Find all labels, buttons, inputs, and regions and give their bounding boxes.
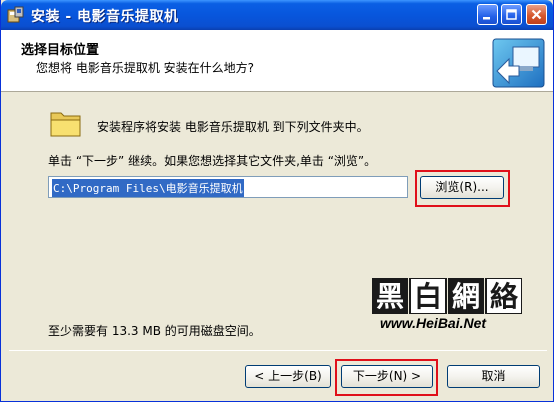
svg-text:絡: 絡 bbox=[490, 280, 519, 313]
watermark-url: www.HeiBai.Net bbox=[380, 315, 487, 331]
minimize-icon bbox=[483, 17, 490, 20]
svg-text:網: 網 bbox=[452, 280, 480, 313]
svg-text:黑: 黑 bbox=[376, 280, 404, 313]
instruction-text: 单击 “下一步” 继续。如果您想选择其它文件夹,单击 “浏览”。 bbox=[48, 154, 377, 168]
folder-icon bbox=[50, 112, 81, 137]
install-path-input[interactable]: C:\Program Files\电影音乐提取机 bbox=[48, 176, 408, 198]
minimize-button[interactable] bbox=[477, 4, 498, 25]
maximize-button[interactable] bbox=[501, 4, 522, 25]
browse-highlight-box bbox=[415, 170, 510, 207]
installer-app-icon bbox=[7, 6, 24, 23]
disk-space-note: 至少需要有 13.3 MB 的可用磁盘空间。 bbox=[48, 324, 261, 338]
close-button[interactable] bbox=[526, 4, 547, 25]
next-highlight-box bbox=[335, 359, 438, 396]
page-title: 选择目标位置 bbox=[21, 43, 100, 58]
installer-window: 安装 - 电影音乐提取机 选择目标位置 您想将 电影音乐提取机 安装在什么地方?… bbox=[0, 0, 554, 402]
footer-divider bbox=[9, 350, 547, 351]
install-intro-text: 安装程序将安装 电影音乐提取机 到下列文件夹中。 bbox=[97, 120, 369, 134]
window-title: 安装 - 电影音乐提取机 bbox=[31, 9, 179, 25]
page-subtitle: 您想将 电影音乐提取机 安装在什么地方? bbox=[36, 61, 254, 75]
title-bar[interactable]: 安装 - 电影音乐提取机 bbox=[1, 0, 553, 30]
watermark: 黑 白 網 絡 www.HeiBai.Net bbox=[372, 278, 522, 338]
watermark-logo: 黑 白 網 絡 bbox=[372, 278, 522, 314]
back-button[interactable]: < 上一步(B) bbox=[245, 365, 331, 388]
computer-install-icon bbox=[492, 38, 545, 88]
wizard-header: 选择目标位置 您想将 电影音乐提取机 安装在什么地方? bbox=[1, 30, 553, 92]
maximize-icon bbox=[506, 9, 517, 20]
cancel-button[interactable]: 取消 bbox=[447, 365, 540, 388]
close-icon bbox=[531, 9, 542, 20]
install-path-value: C:\Program Files\电影音乐提取机 bbox=[52, 179, 244, 197]
svg-text:白: 白 bbox=[414, 280, 442, 313]
